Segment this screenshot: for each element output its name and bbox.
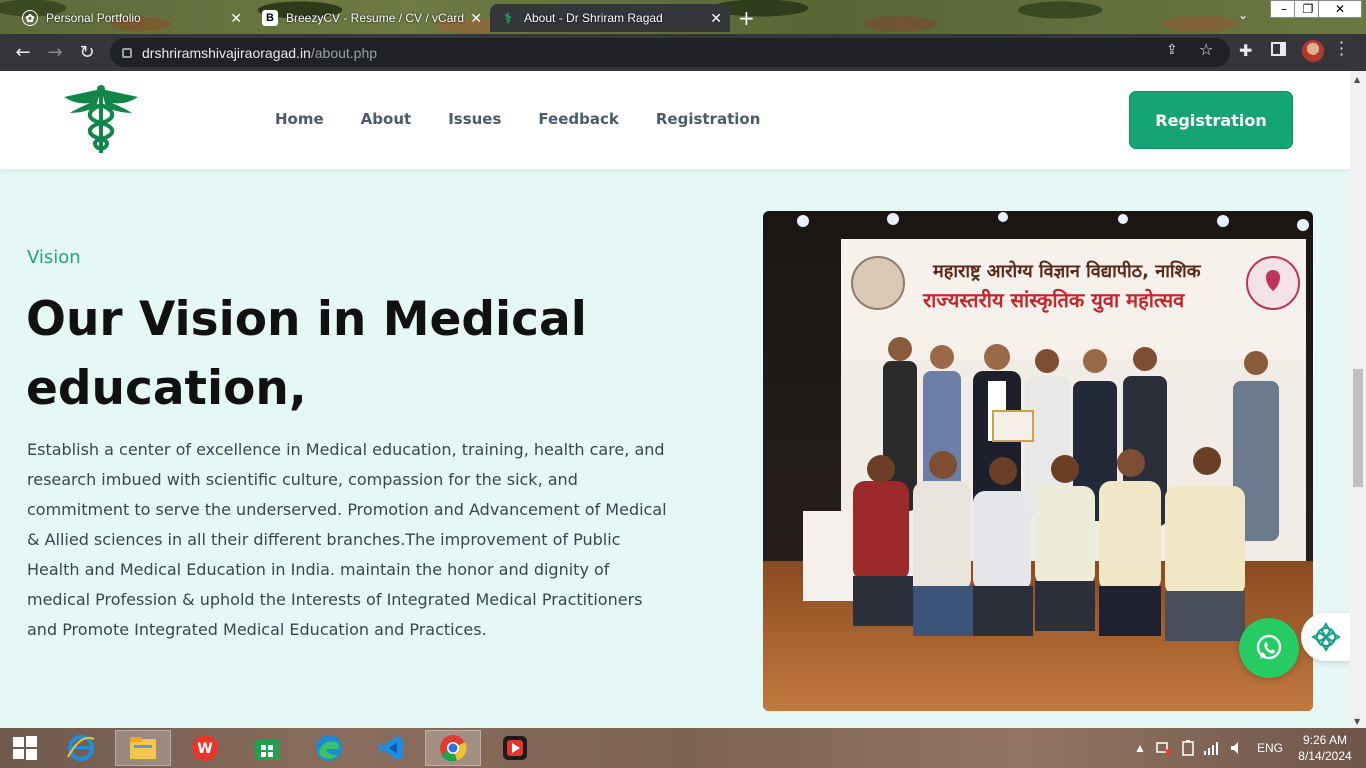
- show-hidden-icons-icon[interactable]: ▲: [1134, 728, 1146, 768]
- url-path: /about.php: [310, 44, 378, 61]
- breezycv-favicon-icon: B: [262, 10, 278, 26]
- banner-subtitle: राज्यस्तरीय सांस्कृतिक युवा महोत्सव: [922, 288, 1185, 313]
- url-host: drshriramshivajiraoragad.in: [142, 44, 311, 61]
- main-nav: Home About Issues Feedback Registration: [275, 110, 760, 128]
- reload-icon[interactable]: ↻: [76, 42, 98, 63]
- caduceus-logo-icon[interactable]: [56, 83, 146, 155]
- tab-close-icon[interactable]: ✕: [710, 10, 722, 27]
- vision-title: Our Vision in Medical education,: [26, 292, 587, 416]
- tab-close-icon[interactable]: ✕: [470, 10, 482, 27]
- browser-tab-strip: ✿ Personal Portfolio ✕ B BreezyCV - Resu…: [0, 0, 1366, 34]
- menu-icon[interactable]: · · ·: [1339, 35, 1344, 63]
- nav-issues[interactable]: Issues: [448, 110, 501, 128]
- tab-breezycv[interactable]: B BreezyCV - Resume / CV / vCard ✕: [252, 4, 490, 32]
- nav-registration[interactable]: Registration: [656, 110, 761, 128]
- new-tab-button[interactable]: +: [738, 6, 755, 30]
- edge-browser-icon[interactable]: [301, 730, 357, 766]
- scroll-up-arrow-icon[interactable]: ▲: [1354, 75, 1360, 84]
- svg-text:W: W: [197, 741, 212, 757]
- volume-icon[interactable]: [1230, 728, 1244, 768]
- clock-date: 8/14/2024: [1298, 749, 1352, 763]
- tab-title: About - Dr Shriram Ragad: [524, 11, 663, 25]
- profile-avatar[interactable]: [1302, 40, 1324, 62]
- whatsapp-button[interactable]: [1239, 618, 1299, 678]
- browser-toolbar: ← → ↻ drshriramshivajiraoragad.in/about.…: [0, 34, 1366, 71]
- whatsapp-icon: [1256, 634, 1282, 660]
- tab-title: BreezyCV - Resume / CV / vCard: [286, 11, 465, 25]
- event-photo: महाराष्ट्र आरोग्य विज्ञान विद्यापीठ, नाश…: [763, 211, 1313, 711]
- scrollbar-thumb[interactable]: [1353, 369, 1363, 487]
- window-close-button[interactable]: ✕: [1318, 0, 1362, 18]
- address-bar[interactable]: drshriramshivajiraoragad.in/about.php: [110, 38, 1230, 67]
- extensions-icon[interactable]: ✚: [1239, 41, 1252, 60]
- page-viewport: Home About Issues Feedback Registration …: [0, 71, 1350, 728]
- file-explorer-icon[interactable]: [115, 730, 171, 766]
- vision-body: Establish a center of excellence in Medi…: [27, 440, 667, 639]
- windows-start-icon[interactable]: [0, 730, 50, 766]
- tab-personal-portfolio[interactable]: ✿ Personal Portfolio ✕: [12, 4, 250, 32]
- system-clock[interactable]: 9:26 AM 8/14/2024: [1290, 732, 1360, 764]
- site-header: Home About Issues Feedback Registration …: [0, 71, 1350, 169]
- share-icon[interactable]: ⇪: [1166, 42, 1178, 58]
- signal-strength-icon[interactable]: [1203, 728, 1219, 768]
- ai-assistant-button[interactable]: [1301, 613, 1350, 661]
- caduceus-favicon-icon: ⚕: [504, 9, 512, 26]
- forward-icon[interactable]: →: [44, 42, 66, 63]
- tab-title: Personal Portfolio: [46, 11, 141, 25]
- media-player-icon[interactable]: [487, 730, 543, 766]
- ai-assistant-icon: [1310, 621, 1341, 653]
- network-error-icon[interactable]: [1156, 728, 1172, 768]
- windows-taskbar: W ▲ ENG 9:26 AM 8/14/2024: [0, 728, 1366, 768]
- clock-time: 9:26 AM: [1302, 733, 1348, 747]
- registration-button[interactable]: Registration: [1129, 91, 1293, 149]
- microsoft-store-icon[interactable]: [239, 730, 295, 766]
- vscode-icon[interactable]: [363, 730, 419, 766]
- chrome-icon[interactable]: [425, 730, 481, 766]
- tab-close-icon[interactable]: ✕: [230, 10, 242, 27]
- lock-icon[interactable]: [122, 47, 132, 58]
- input-language[interactable]: ENG: [1257, 728, 1283, 768]
- nav-home[interactable]: Home: [275, 110, 324, 128]
- nav-feedback[interactable]: Feedback: [538, 110, 618, 128]
- back-icon[interactable]: ←: [12, 42, 34, 63]
- nav-about[interactable]: About: [361, 110, 412, 128]
- battery-icon[interactable]: [1181, 728, 1195, 768]
- section-eyebrow: Vision: [27, 247, 81, 268]
- scroll-down-arrow-icon[interactable]: ▼: [1354, 717, 1360, 726]
- wps-office-icon[interactable]: W: [177, 730, 233, 766]
- internet-explorer-icon[interactable]: [53, 730, 109, 766]
- tab-about-active[interactable]: ⚕ About - Dr Shriram Ragad ✕: [490, 4, 730, 32]
- star-icon[interactable]: ☆: [1199, 40, 1213, 59]
- tab-search-chevron-icon[interactable]: ⌄: [1238, 8, 1248, 22]
- portfolio-favicon-icon: ✿: [22, 10, 38, 26]
- banner-title: महाराष्ट्र आरोग्य विज्ञान विद्यापीठ, नाश…: [932, 260, 1202, 282]
- page-scrollbar[interactable]: ▲ ▼: [1350, 71, 1366, 728]
- sidepanel-icon[interactable]: [1271, 42, 1286, 56]
